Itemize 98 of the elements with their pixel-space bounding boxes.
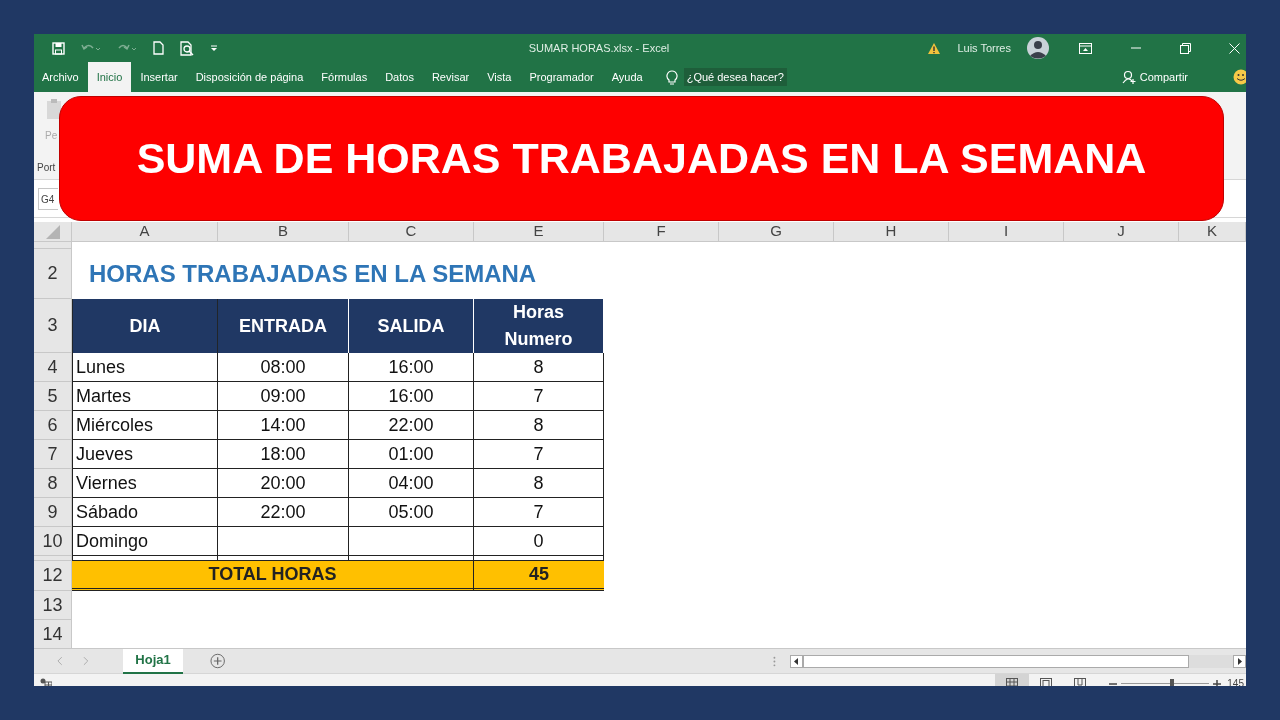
person-add-icon [1121, 70, 1136, 84]
table-cell: 14:00 [218, 411, 349, 440]
pagebreak-view-icon [1074, 677, 1087, 686]
table-cell: 8 [474, 469, 604, 498]
row-header[interactable]: 10 [34, 527, 72, 556]
smiley-icon [1232, 69, 1246, 85]
ribbon-tab[interactable]: Inicio [87, 62, 132, 92]
table-cell: 01:00 [349, 440, 474, 469]
total-label: TOTAL HORAS [72, 561, 474, 591]
new-document-icon[interactable] [153, 41, 164, 55]
table-cell: 0 [474, 527, 604, 556]
table-cell: Domingo [72, 527, 218, 556]
row-header[interactable]: 14 [34, 620, 72, 649]
table-cell: Lunes [72, 353, 218, 382]
row-header[interactable]: 9 [34, 498, 72, 527]
table-cell: 22:00 [349, 411, 474, 440]
column-header[interactable]: E [474, 222, 604, 242]
splitter-handle-icon[interactable] [773, 655, 776, 667]
ribbon-tab[interactable]: Programador [520, 62, 603, 92]
table-cell: 7 [474, 440, 604, 469]
ribbon-tab[interactable]: Datos [376, 62, 423, 92]
row-header[interactable]: 4 [34, 353, 72, 382]
table-cell: Sábado [72, 498, 218, 527]
sheet-title: HORAS TRABAJADAS EN LA SEMANA [88, 259, 538, 289]
banner-title: SUMA DE HORAS TRABAJADAS EN LA SEMANA [59, 96, 1224, 221]
scroll-right-icon[interactable] [1233, 654, 1246, 668]
table-cell: 08:00 [218, 353, 349, 382]
share-button[interactable]: Compartir [1121, 68, 1188, 86]
customize-caret-icon[interactable] [210, 44, 218, 52]
column-header[interactable]: F [604, 222, 719, 242]
row-header[interactable]: 6 [34, 411, 72, 440]
ribbon-display-icon[interactable] [1079, 42, 1092, 54]
total-value: 45 [474, 561, 604, 591]
warning-icon [927, 41, 942, 55]
table-cell: 8 [474, 411, 604, 440]
restore-icon[interactable] [1180, 42, 1191, 54]
ribbon-tab[interactable]: Fórmulas [312, 62, 377, 92]
search-field[interactable]: ¿Qué desea hacer? [683, 67, 787, 87]
column-header[interactable]: I [949, 222, 1064, 242]
column-header[interactable]: C [349, 222, 474, 242]
table-cell: Martes [72, 382, 218, 411]
add-sheet-icon[interactable] [209, 653, 226, 669]
column-header[interactable]: G [719, 222, 834, 242]
column-heading: ENTRADA [218, 299, 349, 353]
row-header[interactable]: 2 [34, 249, 72, 299]
table-cell: 20:00 [218, 469, 349, 498]
ribbon-tab[interactable]: Ayuda [602, 62, 652, 92]
table-cell: Jueves [72, 440, 218, 469]
table-cell: 22:00 [218, 498, 349, 527]
table-cell: 7 [474, 382, 604, 411]
table-cell: 04:00 [349, 469, 474, 498]
column-heading: Horas Numero [474, 299, 604, 353]
table-cell: 09:00 [218, 382, 349, 411]
column-header[interactable]: K [1179, 222, 1246, 242]
table-cell: 7 [474, 498, 604, 527]
row-header[interactable]: 13 [34, 591, 72, 620]
normal-view-icon [1006, 677, 1019, 686]
zoom-slider-thumb[interactable] [1170, 678, 1175, 686]
macro-record-icon[interactable] [40, 677, 52, 686]
ribbon-tab[interactable]: Insertar [131, 62, 187, 92]
avatar-icon [1027, 37, 1049, 59]
zoom-in-icon[interactable] [1213, 679, 1222, 686]
ribbon-tab[interactable]: Disposición de página [186, 62, 313, 92]
column-header[interactable]: H [834, 222, 949, 242]
table-cell: Miércoles [72, 411, 218, 440]
row-header[interactable]: 7 [34, 440, 72, 469]
table-cell: 8 [474, 353, 604, 382]
table-cell: 16:00 [349, 382, 474, 411]
horizontal-scrollbar[interactable] [803, 654, 1189, 668]
ribbon-group-label: Port [37, 161, 56, 175]
ribbon-tab[interactable]: Revisar [422, 62, 479, 92]
column-header[interactable]: B [218, 222, 349, 242]
ribbon-tab[interactable]: Vista [478, 62, 521, 92]
column-heading: SALIDA [349, 299, 474, 353]
row-header[interactable]: 8 [34, 469, 72, 498]
table-cell: 18:00 [218, 440, 349, 469]
row-header[interactable]: 12 [34, 561, 72, 591]
ribbon-tab[interactable]: Archivo [34, 62, 88, 92]
lightbulb-icon [665, 69, 678, 85]
name-box[interactable]: G4 [38, 187, 58, 210]
window-title: SUMAR HORAS.xlsx - Excel [528, 40, 671, 56]
ribbon-label: Pe [45, 129, 58, 143]
table-cell: Viernes [72, 469, 218, 498]
paste-icon[interactable] [46, 98, 62, 120]
close-icon[interactable] [1229, 42, 1240, 54]
column-header[interactable]: J [1064, 222, 1179, 242]
save-icon[interactable] [52, 41, 65, 55]
column-heading: DIA [72, 299, 218, 353]
sheet-tab[interactable]: Hoja1 [123, 648, 183, 674]
user-name: Luis Torres [957, 40, 1011, 56]
print-preview-icon[interactable] [180, 40, 194, 56]
column-header[interactable]: A [72, 222, 218, 242]
row-header[interactable]: 3 [34, 299, 72, 353]
layout-view-icon [1040, 677, 1053, 686]
table-cell: 16:00 [349, 353, 474, 382]
table-cell: 05:00 [349, 498, 474, 527]
row-header[interactable]: 5 [34, 382, 72, 411]
scroll-left-icon[interactable] [790, 654, 803, 668]
